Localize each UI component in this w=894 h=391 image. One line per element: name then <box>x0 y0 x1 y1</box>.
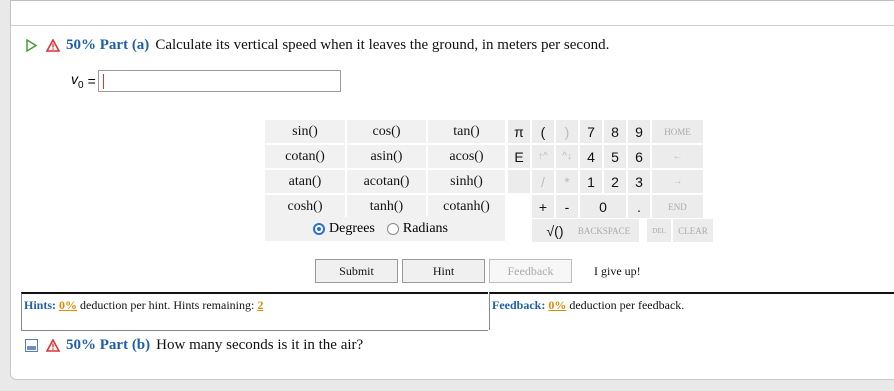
key-0[interactable]: 0 <box>580 195 626 218</box>
warning-icon <box>46 338 60 352</box>
equals-sign: = <box>87 73 96 89</box>
key-end[interactable]: END <box>652 195 703 218</box>
feedback-box: Feedback: 0% deduction per feedback. <box>489 292 894 330</box>
answer-row: v0 = <box>71 69 341 93</box>
key-6[interactable]: 6 <box>628 145 650 168</box>
hint-button[interactable]: Hint <box>402 259 485 283</box>
radians-label: Radians <box>402 221 448 236</box>
key-3[interactable]: 3 <box>628 170 650 193</box>
key-2[interactable]: 2 <box>604 170 626 193</box>
key-backspace[interactable]: BACKSPACE <box>569 219 639 242</box>
key-blank <box>508 170 530 193</box>
fn-cosh-button[interactable]: cosh() <box>265 195 345 218</box>
part-b-header[interactable]: 50% Part (b) How many seconds is it in t… <box>25 335 363 355</box>
part-a-header[interactable]: 50% Part (a) Calculate its vertical spee… <box>25 35 609 55</box>
key-left-arrow[interactable]: ← <box>652 145 703 168</box>
part-a-question: Calculate its vertical speed when it lea… <box>155 36 610 53</box>
key-close-paren[interactable]: ) <box>556 120 578 143</box>
fn-cotanh-button[interactable]: cotanh() <box>428 195 505 218</box>
hints-info: Hints: 0% deduction per hint. Hints rema… <box>24 298 264 312</box>
answer-input[interactable] <box>97 70 341 92</box>
degrees-label: Degrees <box>329 221 375 236</box>
key-superscript[interactable]: ↑^ <box>532 145 554 168</box>
variable-label: v0 <box>71 71 84 91</box>
key-open-paren[interactable]: ( <box>532 120 554 143</box>
question-panel: 50% Part (a) Calculate its vertical spee… <box>10 0 894 380</box>
text-caret <box>102 74 105 89</box>
part-a-label: 50% Part (a) <box>66 36 150 53</box>
expand-arrow-icon[interactable] <box>25 38 38 52</box>
part-b-status-icon[interactable] <box>25 338 38 352</box>
key-plus[interactable]: + <box>532 195 554 218</box>
fn-sin-button[interactable]: sin() <box>265 120 345 143</box>
fn-tan-button[interactable]: tan() <box>428 120 505 143</box>
key-4[interactable]: 4 <box>580 145 602 168</box>
feedback-button[interactable]: Feedback <box>489 259 572 283</box>
key-home[interactable]: HOME <box>652 120 703 143</box>
hints-box: Hints: 0% deduction per hint. Hints rema… <box>21 292 488 331</box>
key-divide[interactable]: / <box>532 170 554 193</box>
key-multiply[interactable]: * <box>556 170 578 193</box>
key-9[interactable]: 9 <box>628 120 650 143</box>
fn-sinh-button[interactable]: sinh() <box>428 170 505 193</box>
key-7[interactable]: 7 <box>580 120 602 143</box>
key-1[interactable]: 1 <box>580 170 602 193</box>
feedback-info: Feedback: 0% deduction per feedback. <box>492 298 685 312</box>
key-subscript[interactable]: ^↓ <box>556 145 578 168</box>
fn-asin-button[interactable]: asin() <box>347 145 426 168</box>
fn-acos-button[interactable]: acos() <box>428 145 505 168</box>
give-up-button[interactable]: I give up! <box>594 259 674 283</box>
key-decimal[interactable]: . <box>628 195 650 218</box>
angle-mode-row: Degrees Radians <box>265 217 505 241</box>
submit-button[interactable]: Submit <box>315 259 398 283</box>
fn-cos-button[interactable]: cos() <box>347 120 426 143</box>
key-5[interactable]: 5 <box>604 145 626 168</box>
key-pi[interactable]: π <box>508 120 530 143</box>
degrees-radio[interactable] <box>313 223 325 235</box>
key-e[interactable]: E <box>508 145 530 168</box>
key-minus[interactable]: - <box>556 195 578 218</box>
radians-radio[interactable] <box>386 223 399 235</box>
fn-cotan-button[interactable]: cotan() <box>265 145 345 168</box>
header-strip <box>10 0 894 26</box>
key-del[interactable]: DEL <box>647 219 671 242</box>
fn-acotan-button[interactable]: acotan() <box>347 170 426 193</box>
key-8[interactable]: 8 <box>604 120 626 143</box>
key-right-arrow[interactable]: → <box>652 170 703 193</box>
part-b-question: How many seconds is it in the air? <box>156 336 364 353</box>
warning-icon <box>46 38 60 52</box>
fn-atan-button[interactable]: atan() <box>265 170 345 193</box>
part-b-label: 50% Part (b) <box>66 336 151 353</box>
fn-tanh-button[interactable]: tanh() <box>347 195 426 218</box>
key-clear[interactable]: CLEAR <box>673 219 713 242</box>
